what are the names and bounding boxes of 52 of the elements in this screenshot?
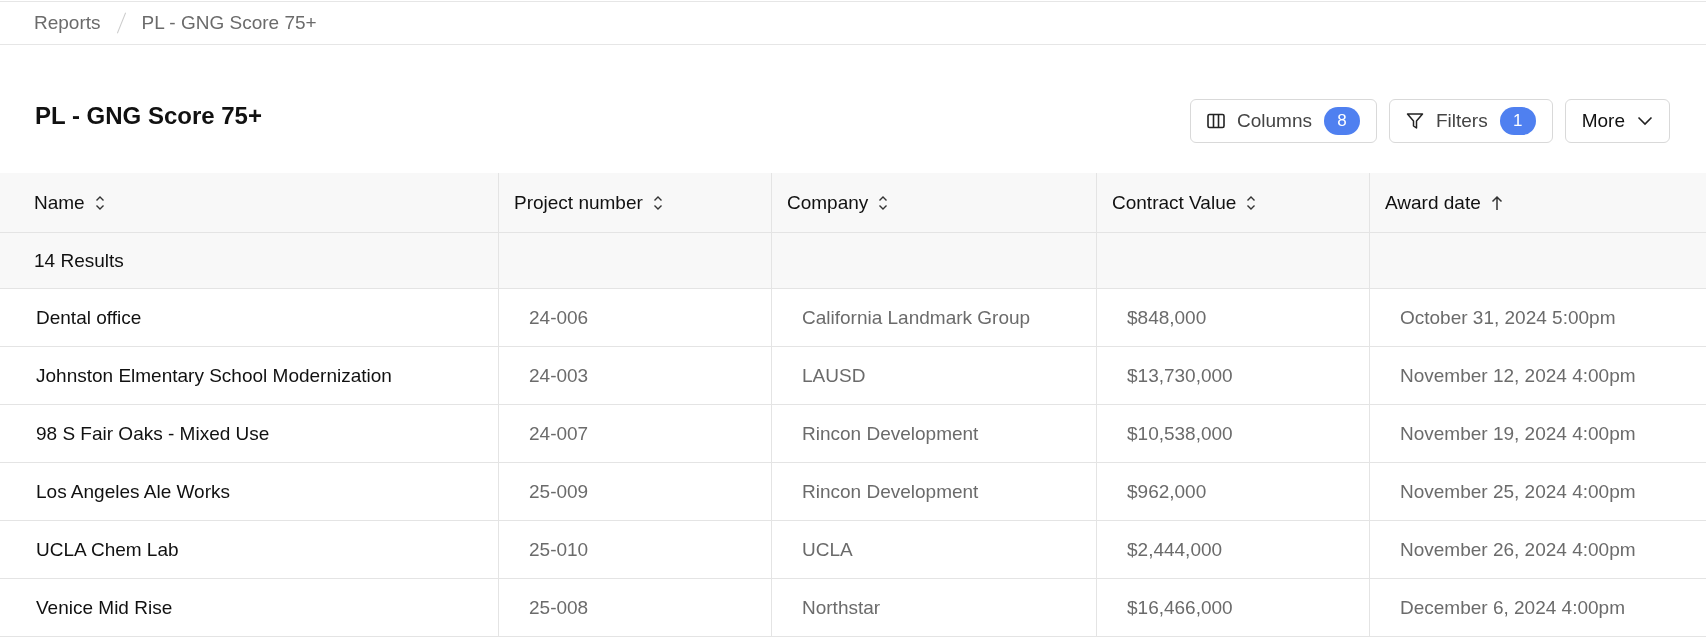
sort-icon	[878, 194, 889, 211]
table-cell-text: November 19, 2024 4:00pm	[1399, 421, 1637, 446]
name-cell[interactable]: UCLA Chem Lab	[0, 521, 499, 578]
table-cell: Rincon Development	[772, 405, 1097, 462]
table-cell: LAUSD	[772, 347, 1097, 404]
table-cell-text: November 25, 2024 4:00pm	[1399, 479, 1637, 504]
page-title: PL - GNG Score 75+	[35, 102, 262, 130]
table-cell: $848,000	[1097, 289, 1370, 346]
table-cell: 24-007	[499, 405, 772, 462]
table-cell: $13,730,000	[1097, 347, 1370, 404]
chevron-down-icon	[1637, 116, 1653, 126]
table-cell-text: October 31, 2024 5:00pm	[1399, 305, 1617, 330]
table-cell: 24-003	[499, 347, 772, 404]
breadcrumb-link[interactable]: Reports	[34, 12, 101, 34]
table-cell: California Landmark Group	[772, 289, 1097, 346]
table-cell: $2,444,000	[1097, 521, 1370, 578]
table-cell-text: November 12, 2024 4:00pm	[1399, 363, 1637, 388]
table-cell: 25-008	[499, 579, 772, 636]
column-header[interactable]: Company	[772, 173, 1097, 232]
column-header[interactable]: Contract Value	[1097, 173, 1370, 232]
table-cell: Rincon Development	[772, 463, 1097, 520]
columns-icon	[1207, 113, 1225, 129]
name-cell[interactable]: Venice Mid Rise	[0, 579, 499, 636]
sort-icon	[652, 194, 663, 211]
table-cell: Northstar	[772, 579, 1097, 636]
count-badge: 1	[1499, 107, 1536, 135]
name-cell[interactable]: Johnston Elmentary School Modernization	[0, 347, 499, 404]
table-cell: $16,466,000	[1097, 579, 1370, 636]
count-badge: 8	[1323, 107, 1360, 135]
name-cell[interactable]: Los Angeles Ale Works	[0, 463, 499, 520]
column-header[interactable]: Project number	[499, 173, 772, 232]
filter-button[interactable]: Filters 1	[1388, 99, 1553, 143]
breadcrumb-link[interactable]: PL - GNG Score 75+	[141, 12, 317, 34]
column-header[interactable]: Award date	[1370, 173, 1706, 232]
sort-icon	[1246, 194, 1257, 211]
table-cell: 25-009	[499, 463, 772, 520]
name-cell[interactable]: Dental office	[0, 289, 499, 346]
table-cell: $10,538,000	[1097, 405, 1370, 462]
arrow-up-icon	[1490, 194, 1503, 211]
more-button[interactable]: More	[1564, 99, 1670, 143]
sort-icon	[94, 194, 105, 211]
table-cell: 25-010	[499, 521, 772, 578]
table-cell: UCLA	[772, 521, 1097, 578]
table-cell: $962,000	[1097, 463, 1370, 520]
table-cell-text: November 26, 2024 4:00pm	[1399, 537, 1637, 562]
table-cell-text: December 6, 2024 4:00pm	[1399, 595, 1626, 620]
table-cell: 24-006	[499, 289, 772, 346]
results-count: 14 Results	[34, 249, 124, 272]
column-header[interactable]: Name	[0, 173, 499, 232]
filter-icon	[1405, 112, 1424, 130]
name-cell[interactable]: 98 S Fair Oaks - Mixed Use	[0, 405, 499, 462]
columns-button[interactable]: Columns 8	[1190, 99, 1377, 143]
